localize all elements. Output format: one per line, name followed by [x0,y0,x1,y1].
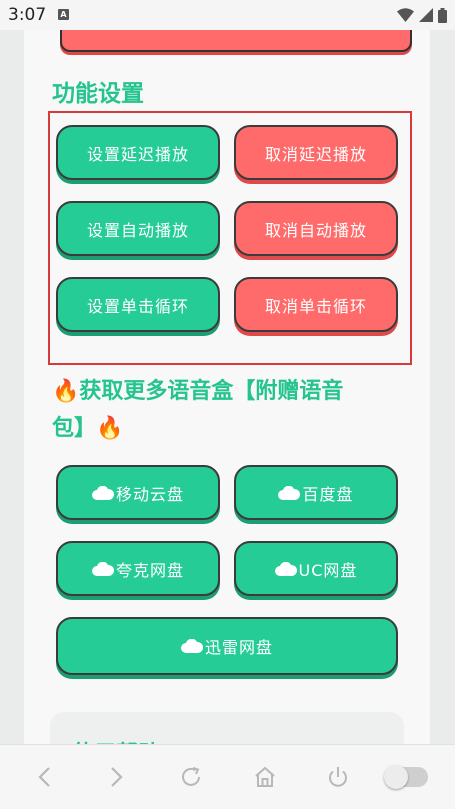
home-icon [255,766,275,787]
xunlei-pan-button[interactable]: 迅雷网盘 [56,617,398,675]
chevron-right-icon [111,767,123,787]
cancel-click-loop-button[interactable]: 取消单击循环 [234,277,398,332]
home-button[interactable] [251,763,279,791]
cloud-icon [92,561,114,576]
xunlei-pan-label: 迅雷网盘 [204,638,273,657]
help-title: 使用帮助 [72,736,160,744]
uc-pan-label: UC网盘 [298,560,358,580]
cellular-signal-icon [419,8,433,22]
cancel-auto-play-button[interactable]: 取消自动播放 [234,201,398,256]
forward-button[interactable] [103,763,131,791]
back-button[interactable] [30,763,58,791]
chevron-left-icon [38,767,50,787]
partial-red-button[interactable] [60,30,412,52]
quark-pan-button[interactable]: 夸克网盘 [56,541,220,596]
mobile-cloud-button[interactable]: 移动云盘 [56,465,220,520]
settings-section-title: 功能设置 [52,81,144,107]
cloud-icon [278,485,301,500]
uc-pan-button[interactable]: UC网盘 [234,541,398,596]
toggle-knob [384,765,408,789]
battery-icon [438,7,447,23]
quark-pan-label: 夸克网盘 [115,560,184,580]
more-voicebox-title: 🔥获取更多语音盒【附赠语音 包】🔥 [52,373,343,447]
refresh-button[interactable] [177,763,205,791]
cloud-icon [92,485,114,500]
more-voicebox-title-line1: 🔥获取更多语音盒【附赠语音 [52,379,344,404]
cancel-delay-play-button[interactable]: 取消延迟播放 [234,125,398,180]
notification-a-icon: A [58,9,69,20]
bottom-navigation-bar [0,744,455,809]
cloud-icon [181,639,203,653]
power-icon [329,767,347,787]
help-card: 使用帮助 [50,712,404,744]
baidu-pan-button[interactable]: 百度盘 [234,465,398,520]
status-time: 3:07 [8,5,47,25]
power-button[interactable] [324,763,352,791]
page-content: 功能设置 设置延迟播放 取消延迟播放 设置自动播放 取消自动播放 设置单击循环 … [24,30,430,744]
status-bar: 3:07 A [0,0,455,30]
set-auto-play-button[interactable]: 设置自动播放 [56,201,220,256]
wifi-icon [397,8,414,22]
mobile-cloud-label: 移动云盘 [115,484,184,504]
set-delay-play-button[interactable]: 设置延迟播放 [56,125,220,180]
cloud-icon [274,561,297,576]
more-voicebox-title-line2: 包】🔥 [52,416,124,441]
toggle-switch[interactable] [384,765,428,789]
set-click-loop-button[interactable]: 设置单击循环 [56,277,220,332]
system-icons [397,7,447,23]
refresh-icon [182,767,200,786]
baidu-pan-label: 百度盘 [302,484,354,504]
